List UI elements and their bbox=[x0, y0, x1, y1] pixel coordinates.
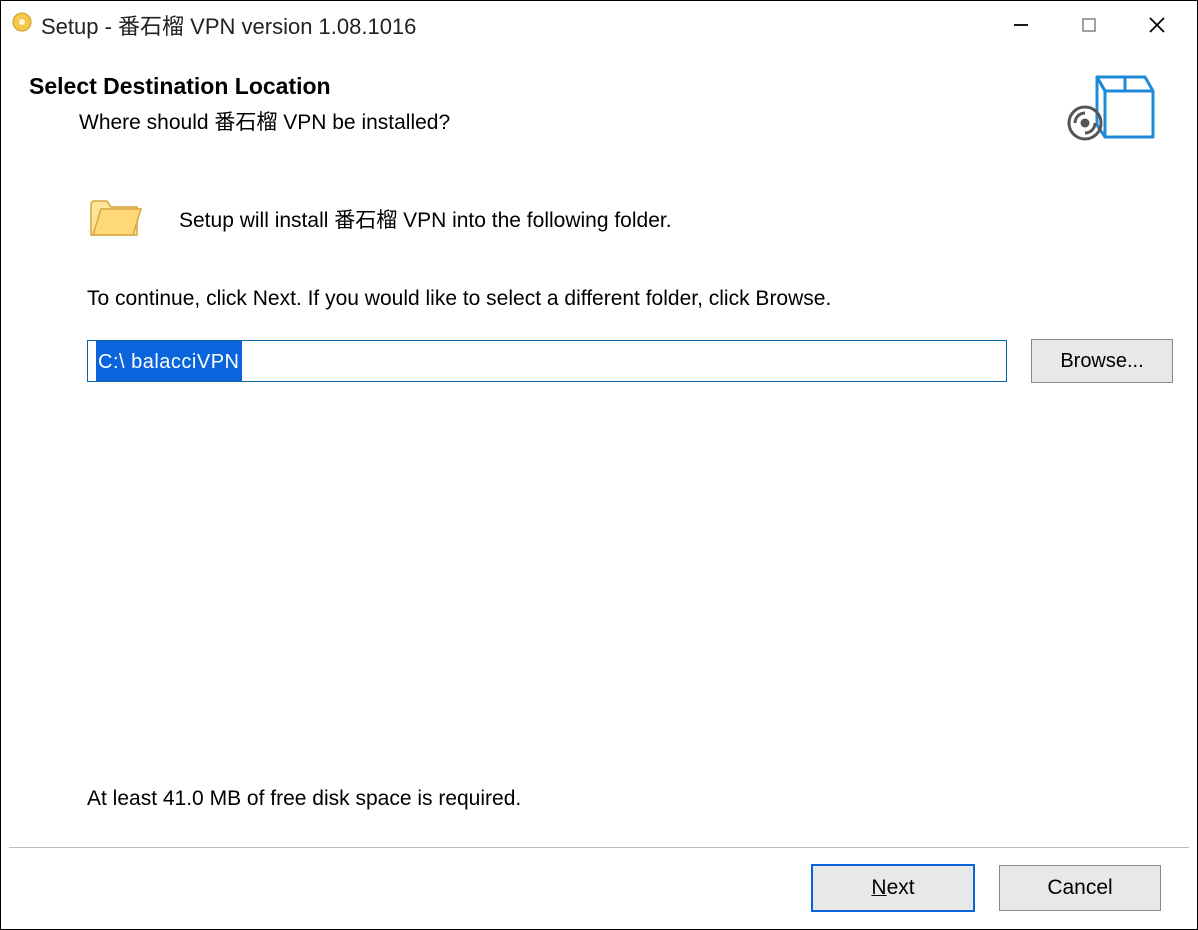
window-titlebar: Setup - 番石榴 VPN version 1.08.1016 bbox=[1, 1, 1197, 49]
setup-box-icon bbox=[1061, 65, 1157, 151]
install-folder-message: Setup will install 番石榴 VPN into the foll… bbox=[179, 204, 672, 234]
cancel-button-label: Cancel bbox=[1047, 876, 1112, 900]
cancel-button[interactable]: Cancel bbox=[999, 865, 1161, 911]
browse-button-label: Browse... bbox=[1060, 350, 1143, 373]
wizard-body: Setup will install 番石榴 VPN into the foll… bbox=[1, 161, 1197, 383]
page-title: Select Destination Location bbox=[29, 73, 1061, 100]
install-path-input[interactable]: C:\ balacciVPN bbox=[87, 340, 1007, 382]
app-icon bbox=[11, 11, 33, 39]
folder-icon bbox=[87, 191, 143, 247]
wizard-footer: Next Cancel bbox=[1, 847, 1197, 929]
next-button-accel: N bbox=[871, 876, 886, 899]
page-subtitle: Where should 番石榴 VPN be installed? bbox=[79, 106, 1061, 136]
disk-space-required: At least 41.0 MB of free disk space is r… bbox=[87, 787, 521, 811]
instruction-text: To continue, click Next. If you would li… bbox=[87, 287, 1173, 311]
maximize-button[interactable] bbox=[1055, 1, 1123, 49]
close-button[interactable] bbox=[1123, 1, 1191, 49]
next-button-rest: ext bbox=[887, 876, 915, 899]
minimize-button[interactable] bbox=[987, 1, 1055, 49]
wizard-header: Select Destination Location Where should… bbox=[1, 49, 1197, 161]
window-title: Setup - 番石榴 VPN version 1.08.1016 bbox=[41, 9, 416, 41]
next-button[interactable]: Next bbox=[811, 864, 975, 912]
install-path-value: C:\ balacciVPN bbox=[96, 341, 242, 381]
browse-button[interactable]: Browse... bbox=[1031, 339, 1173, 383]
